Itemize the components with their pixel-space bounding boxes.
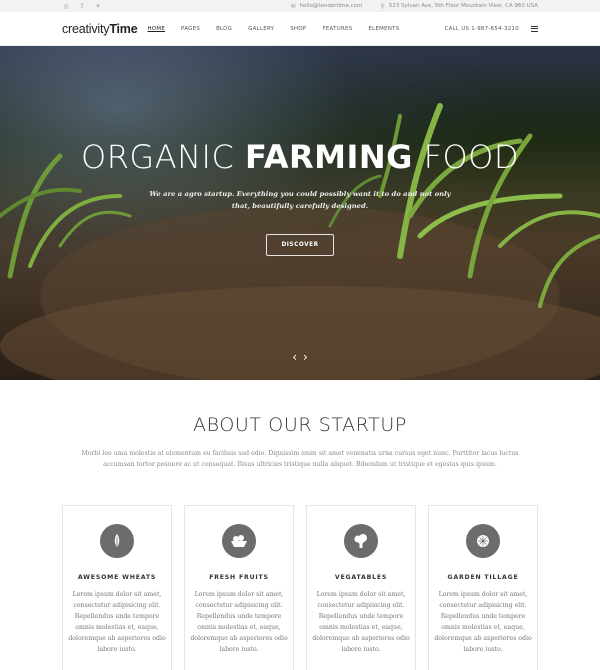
logo-bold: Time (109, 21, 138, 36)
contact-info: ✉ hello@tendertime.com ⚲ 523 Sylvan Ave,… (291, 3, 539, 10)
hero-title-post: FOOD (412, 138, 519, 176)
chevron-right-icon[interactable]: › (303, 350, 308, 364)
menu-icon[interactable] (531, 25, 538, 32)
hero-content: ORGANIC FARMING FOOD We are a agro start… (0, 138, 600, 256)
nav-features[interactable]: FEATURES (322, 26, 352, 32)
plant-icon (466, 524, 500, 558)
feature-title: VEGATABLES (334, 574, 388, 581)
feature-text: Lorem ipsum dolor sit amet, consectetur … (434, 591, 532, 653)
email-text[interactable]: hello@tendertime.com (300, 3, 363, 9)
hero-title-bold: FARMING (245, 138, 413, 176)
mail-icon: ✉ (290, 2, 296, 10)
twitter-icon[interactable]: ✈ (94, 3, 102, 10)
logo[interactable]: creativityTime (62, 21, 138, 36)
feature-card: AWESOME WHEATS Lorem ipsum dolor sit ame… (62, 505, 172, 670)
chevron-left-icon[interactable]: ‹ (292, 350, 297, 364)
facebook-icon[interactable]: f (78, 3, 86, 10)
feature-card: FRESH FRUITS Lorem ipsum dolor sit amet,… (184, 505, 294, 670)
nav-gallery[interactable]: GALLERY (248, 26, 274, 32)
logo-light: creativity (62, 21, 110, 36)
feature-title: AWESOME WHEATS (77, 574, 157, 581)
fruit-basket-icon (222, 524, 256, 558)
social-links: ◎ f ✈ (62, 3, 102, 10)
hero-title-pre: ORGANIC (81, 138, 245, 176)
feature-title: GARDEN TILLAGE (447, 574, 519, 581)
map-pin-icon: ⚲ (380, 2, 385, 10)
instagram-icon[interactable]: ◎ (62, 3, 70, 10)
feature-title: FRESH FRUITS (209, 574, 269, 581)
site-header: creativityTime HOME PAGES BLOG GALLERY S… (0, 12, 600, 46)
email-contact[interactable]: ✉ hello@tendertime.com (291, 3, 363, 10)
address-contact: ⚲ 523 Sylvan Ave, 5th Floor Mountain Vie… (380, 3, 538, 10)
wheat-icon (100, 524, 134, 558)
feature-card: VEGATABLES Lorem ipsum dolor sit amet, c… (306, 505, 416, 670)
nav-blog[interactable]: BLOG (216, 26, 232, 32)
header-right: CALL US 1-987-654-3210 (445, 25, 538, 32)
nav-elements[interactable]: ELEMENTS (368, 26, 399, 32)
hero-subtitle: We are a agro startup. Everything you co… (149, 190, 451, 210)
about-text: Morbi leo uma molestie at elementum eu f… (81, 450, 519, 468)
call-us[interactable]: CALL US 1-987-654-3210 (445, 26, 519, 32)
feature-card: GARDEN TILLAGE Lorem ipsum dolor sit ame… (428, 505, 538, 670)
hero-title: ORGANIC FARMING FOOD (0, 138, 600, 176)
about-title: ABOUT OUR STARTUP (193, 414, 407, 436)
slider-arrows: ‹ › (292, 350, 308, 364)
broccoli-icon (344, 524, 378, 558)
discover-button[interactable]: DISCOVER (266, 234, 334, 256)
features-row: AWESOME WHEATS Lorem ipsum dolor sit ame… (0, 505, 600, 670)
top-bar: ◎ f ✈ ✉ hello@tendertime.com ⚲ 523 Sylva… (0, 0, 600, 12)
feature-text: Lorem ipsum dolor sit amet, consectetur … (312, 591, 410, 653)
nav-shop[interactable]: SHOP (290, 26, 306, 32)
about-section: ABOUT OUR STARTUP Morbi leo uma molestie… (0, 380, 600, 470)
feature-text: Lorem ipsum dolor sit amet, consectetur … (190, 591, 288, 653)
main-nav: HOME PAGES BLOG GALLERY SHOP FEATURES EL… (147, 26, 399, 32)
nav-home[interactable]: HOME (147, 26, 165, 32)
feature-text: Lorem ipsum dolor sit amet, consectetur … (68, 591, 166, 653)
nav-pages[interactable]: PAGES (181, 26, 200, 32)
address-text: 523 Sylvan Ave, 5th Floor Mountain View,… (388, 3, 538, 9)
hero-banner: ORGANIC FARMING FOOD We are a agro start… (0, 46, 600, 380)
